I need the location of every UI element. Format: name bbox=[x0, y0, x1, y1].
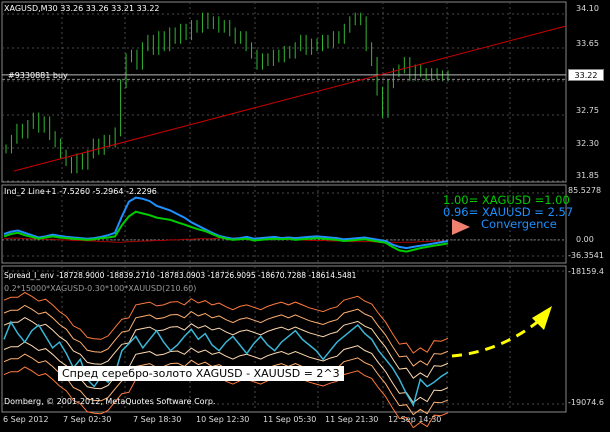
main-y-tick: 32.75 bbox=[576, 106, 599, 115]
spread-y-tick: -18159.4 bbox=[568, 267, 604, 276]
main-y-tick: 34.10 bbox=[576, 4, 599, 13]
spread-y-tick: -19074.6 bbox=[568, 398, 604, 407]
copyright-text: Domberg, © 2001-2012, MetaQuotes Softwar… bbox=[4, 397, 216, 406]
main-y-tick: 32.30 bbox=[576, 139, 599, 148]
main-header: XAGUSD,M30 33.26 33.26 33.21 33.22 bbox=[4, 4, 160, 13]
time-tick: 11 Sep 21:30 bbox=[325, 415, 379, 424]
spread-envelope-band bbox=[3, 291, 449, 354]
indicator-header: Ind_2 Line+1 -7.5260 -5.2964 -2.2296 bbox=[4, 187, 157, 196]
time-tick: 7 Sep 18:30 bbox=[133, 415, 182, 424]
panel-frame bbox=[1, 1, 567, 183]
spread-annotation: Спред серебро-золото XAGUSD - XAUUSD = 2… bbox=[58, 366, 344, 381]
indicator-y-tick: -36.3541 bbox=[568, 251, 604, 260]
chart-window: XAGUSD,M30 33.26 33.26 33.21 33.22 #9330… bbox=[0, 0, 610, 429]
time-tick: 7 Sep 02:30 bbox=[63, 415, 112, 424]
forecast-arrowhead-icon bbox=[532, 306, 552, 330]
legend-convergence: Convergence bbox=[481, 217, 557, 231]
forecast-arrow bbox=[451, 318, 541, 358]
indicator-y-tick: 0.00 bbox=[576, 235, 594, 244]
spread-formula: 0.2*15000*XAGUSD-0.30*100*XAUUSD(210.60) bbox=[4, 284, 197, 293]
time-tick: 12 Sep 14:30 bbox=[388, 415, 442, 424]
convergence-arrow-icon bbox=[452, 219, 470, 235]
order-label[interactable]: #9330881 buy bbox=[8, 72, 68, 80]
current-price-tag: 33.22 bbox=[568, 69, 604, 81]
indicator-y-tick: 85.5278 bbox=[568, 186, 602, 195]
time-tick: 10 Sep 12:30 bbox=[196, 415, 250, 424]
main-y-tick: 33.65 bbox=[576, 39, 599, 48]
spread-header: Spread_I_env -18728.9000 -18839.2710 -18… bbox=[4, 271, 357, 280]
time-tick: 6 Sep 2012 bbox=[3, 415, 49, 424]
main-y-tick: 31.85 bbox=[576, 171, 599, 180]
time-tick: 11 Sep 05:30 bbox=[263, 415, 317, 424]
spread-envelope-band bbox=[3, 304, 449, 367]
indicator-green-line bbox=[3, 210, 449, 253]
